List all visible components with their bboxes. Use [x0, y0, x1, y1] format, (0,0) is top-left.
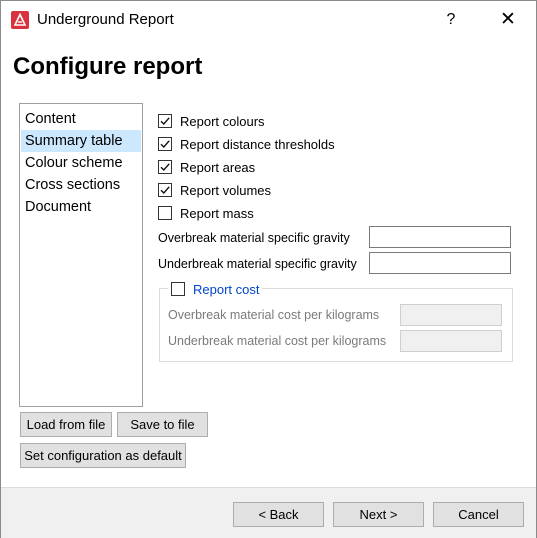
title-bar: Underground Report ? ✕ [1, 1, 536, 39]
report-distance-thresholds-checkbox[interactable] [158, 137, 172, 151]
report-colours-label: Report colours [180, 113, 265, 129]
set-default-button[interactable]: Set configuration as default [20, 443, 186, 468]
report-cost-label: Report cost [193, 281, 260, 297]
help-button[interactable]: ? [439, 7, 463, 33]
underbreak-sg-input[interactable] [369, 252, 511, 274]
window-title: Underground Report [37, 11, 174, 28]
sidebar-item-document[interactable]: Document [21, 196, 141, 218]
load-from-file-button[interactable]: Load from file [20, 412, 112, 437]
report-mass-checkbox[interactable] [158, 206, 172, 220]
overbreak-cost-label: Overbreak material cost per kilograms [168, 308, 380, 322]
back-button[interactable]: < Back [233, 502, 324, 527]
sidebar-item-colour-scheme[interactable]: Colour scheme [21, 152, 141, 174]
app-logo-icon [11, 11, 29, 29]
page-title: Configure report [13, 53, 203, 80]
report-colours-option[interactable]: Report colours [158, 111, 265, 131]
checkmark-icon [160, 163, 170, 172]
sidebar-item-summary-table[interactable]: Summary table [21, 130, 141, 152]
close-button[interactable]: ✕ [494, 7, 522, 33]
report-distance-thresholds-label: Report distance thresholds [180, 136, 335, 152]
next-button[interactable]: Next > [333, 502, 424, 527]
checkmark-icon [160, 117, 170, 126]
underbreak-cost-input[interactable] [400, 330, 502, 352]
underbreak-sg-label: Underbreak material specific gravity [158, 257, 357, 271]
overbreak-sg-label: Overbreak material specific gravity [158, 231, 350, 245]
sidebar-item-cross-sections[interactable]: Cross sections [21, 174, 141, 196]
section-list[interactable]: Content Summary table Colour scheme Cros… [19, 103, 143, 407]
report-areas-label: Report areas [180, 159, 256, 175]
checkmark-icon [160, 186, 170, 195]
underbreak-cost-label: Underbreak material cost per kilograms [168, 334, 387, 348]
report-colours-checkbox[interactable] [158, 114, 172, 128]
button-bar: < Back Next > Cancel [1, 487, 536, 538]
report-volumes-checkbox[interactable] [158, 183, 172, 197]
overbreak-cost-input[interactable] [400, 304, 502, 326]
report-volumes-option[interactable]: Report volumes [158, 180, 271, 200]
report-mass-label: Report mass [180, 205, 254, 221]
cancel-button[interactable]: Cancel [433, 502, 524, 527]
dialog-window: Underground Report ? ✕ Configure report … [0, 0, 537, 538]
report-mass-option[interactable]: Report mass [158, 203, 254, 223]
sidebar-item-content[interactable]: Content [21, 108, 141, 130]
overbreak-sg-input[interactable] [369, 226, 511, 248]
report-areas-option[interactable]: Report areas [158, 157, 255, 177]
report-cost-checkbox[interactable] [171, 282, 185, 296]
report-areas-checkbox[interactable] [158, 160, 172, 174]
save-to-file-button[interactable]: Save to file [117, 412, 208, 437]
checkmark-icon [160, 140, 170, 149]
report-distance-thresholds-option[interactable]: Report distance thresholds [158, 134, 335, 154]
report-cost-option[interactable]: Report cost [168, 280, 263, 298]
report-volumes-label: Report volumes [180, 182, 272, 198]
